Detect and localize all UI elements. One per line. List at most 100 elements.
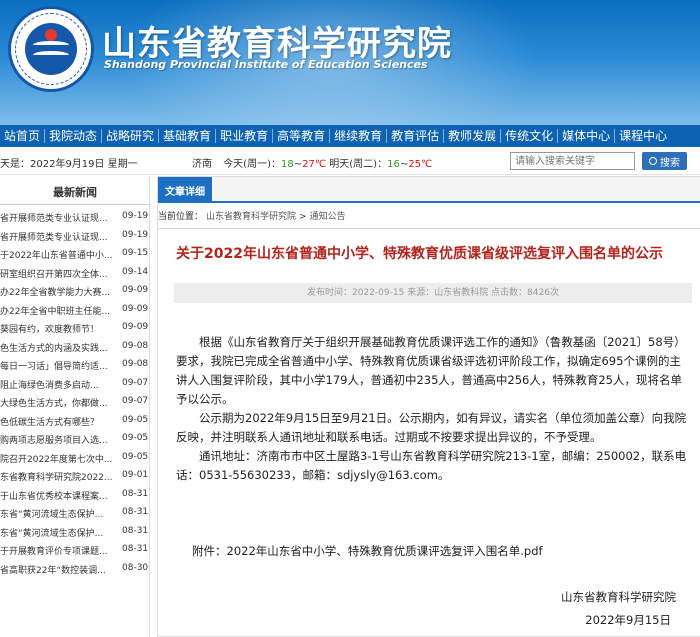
nav-item-continuing[interactable]: 继续教育 xyxy=(330,125,386,147)
nav-item-basic-edu[interactable]: 基础教育 xyxy=(159,125,215,147)
breadcrumb-separator: > xyxy=(299,212,307,222)
nav-item-strategy[interactable]: 战略研究 xyxy=(102,125,158,147)
news-item-date: 08-31 xyxy=(122,525,149,536)
breadcrumb-home-link[interactable]: 山东省教育科学研究院 xyxy=(206,212,296,222)
breadcrumb: 当前位置： 山东省教育科学研究院 > 通知公告 xyxy=(158,209,700,229)
news-list-item[interactable]: 办22年全省教学能力大赛... 09-09 xyxy=(0,282,150,301)
article-body: 根据《山东省教育厅关于组织开展基础教育优质课评选工作的通知》（鲁教基函〔2021… xyxy=(176,333,690,485)
news-item-date: 09-15 xyxy=(122,248,149,258)
article-title: 关于2022年山东省普通中小学、特殊教育优质课省级评选复评入围名单的公示 xyxy=(176,246,663,262)
latest-news-sidebar: 最新新闻 省开展师范类专业认证现... 09-19 省开展师范类专业认证现... 09… xyxy=(0,176,150,637)
news-item-title[interactable]: 阻止海绿色消费多启动... xyxy=(0,378,118,391)
weather-tomorrow-high: 25℃ xyxy=(408,159,433,170)
news-list-item[interactable]: 东省教育科学研究院2022... 09-01 xyxy=(0,467,150,486)
news-item-title[interactable]: 省开展师范类专业认证现... xyxy=(0,230,118,243)
news-list-item[interactable]: 东省“黄河流域生态保护... 08-31 xyxy=(0,523,150,542)
news-item-date: 09-05 xyxy=(122,414,149,425)
news-list-item[interactable]: 院召开2022年度第七次中... 09-05 xyxy=(0,449,150,468)
news-item-title[interactable]: 色生活方式的内涵及实践... xyxy=(0,341,118,354)
nav-item-vocational[interactable]: 职业教育 xyxy=(216,125,272,147)
news-list-item[interactable]: 葵园有约，欢度教师节！ 09-09 xyxy=(0,319,150,338)
news-item-date: 09-09 xyxy=(122,322,149,332)
tab-article-detail[interactable]: 文章详细 xyxy=(158,177,212,203)
news-item-date: 09-19 xyxy=(122,211,149,221)
article-meta: 发布时间：2022-09-15 来源：山东省教科院 点击数：8426次 xyxy=(174,283,692,303)
weather-city: 济南 xyxy=(192,159,212,170)
search-button[interactable]: 搜索 xyxy=(642,152,687,170)
news-list-item[interactable]: 于开展教育评价专项课题... 08-31 xyxy=(0,541,150,560)
news-item-date: 09-14 xyxy=(122,266,149,277)
signature-date: 2022年9月15日 xyxy=(585,613,671,627)
nav-item-evaluation[interactable]: 教育评估 xyxy=(387,125,443,147)
weather-today-low: 18 xyxy=(281,159,294,170)
news-list-item[interactable]: 省开展师范类专业认证现... 09-19 xyxy=(0,208,150,227)
news-item-date: 09-05 xyxy=(122,433,149,443)
news-list-item[interactable]: 省高职获22年“数控装调... 08-30 xyxy=(0,560,150,579)
news-list: 省开展师范类专业认证现... 09-19 省开展师范类专业认证现... 09-19 于2… xyxy=(0,208,150,578)
news-item-title[interactable]: 每日一习话」倡导简约适... xyxy=(0,359,118,372)
news-list-item[interactable]: 省开展师范类专业认证现... 09-19 xyxy=(0,227,150,246)
news-list-item[interactable]: 阻止海绿色消费多启动... 09-07 xyxy=(0,375,150,394)
news-item-date: 08-31 xyxy=(122,488,149,499)
news-list-item[interactable]: 色低碳生活方式有哪些？ 09-05 xyxy=(0,412,150,431)
news-item-title[interactable]: 省开展师范类专业认证现... xyxy=(0,211,118,224)
news-list-item[interactable]: 每日一习话」倡导简约适... 09-08 xyxy=(0,356,150,375)
news-item-date: 09-01 xyxy=(122,470,149,480)
news-item-title[interactable]: 葵园有约，欢度教师节！ xyxy=(0,322,118,335)
news-list-item[interactable]: 于2022年山东省普通中小... 09-15 xyxy=(0,245,150,264)
search-input[interactable] xyxy=(510,152,635,170)
site-subtitle: Shandong Provincial Institute of Educati… xyxy=(104,58,428,71)
news-list-item[interactable]: 东省“黄河流域生态保护... 08-31 xyxy=(0,504,150,523)
sidebar-title: 最新新闻 xyxy=(53,186,97,199)
nav-item-course[interactable]: 课程中心 xyxy=(615,125,671,147)
news-item-title[interactable]: 省高职获22年“数控装调... xyxy=(0,563,118,576)
nav-item-teacher-dev[interactable]: 教师发展 xyxy=(444,125,500,147)
news-item-title[interactable]: 大绿色生活方式，你都做... xyxy=(0,396,118,409)
news-item-title[interactable]: 研室组织召开第四次全体... xyxy=(0,267,118,280)
news-item-date: 08-31 xyxy=(122,544,149,554)
weather-tomorrow-label: 明天(周二)： xyxy=(329,159,388,170)
news-item-date: 09-07 xyxy=(122,396,149,406)
search-icon xyxy=(649,157,657,165)
main-nav: 站首页 我院动态 战略研究 基础教育 职业教育 高等教育 继续教育 教育评估 教… xyxy=(0,125,700,147)
news-list-item[interactable]: 研室组织召开第四次全体... 09-14 xyxy=(0,264,150,283)
news-item-title[interactable]: 东省教育科学研究院2022... xyxy=(0,470,118,483)
news-item-title[interactable]: 院召开2022年度第七次中... xyxy=(0,452,118,465)
info-bar: 天是：2022年9月19日 星期一 济南 今天(周一)：18~27℃ 明天(周二… xyxy=(0,147,700,175)
article-paragraph: 公示期为2022年9月15日至9月21日。公示期内，如有异议，请实名（单位须加盖… xyxy=(176,411,687,444)
institute-seal-logo[interactable] xyxy=(8,6,94,92)
nav-item-higher-edu[interactable]: 高等教育 xyxy=(273,125,329,147)
news-list-item[interactable]: 于山东省优秀校本课程案... 08-31 xyxy=(0,486,150,505)
site-header: 山东省教育科学研究院 Shandong Provincial Institute… xyxy=(0,0,700,125)
news-item-title[interactable]: 色低碳生活方式有哪些？ xyxy=(0,415,118,428)
news-list-item[interactable]: 大绿色生活方式，你都做... 09-07 xyxy=(0,393,150,412)
nav-item-media[interactable]: 媒体中心 xyxy=(558,125,614,147)
news-item-title[interactable]: 于山东省优秀校本课程案... xyxy=(0,489,118,502)
news-item-date: 09-08 xyxy=(122,340,149,351)
news-list-item[interactable]: 购两项志愿服务项目入选... 09-05 xyxy=(0,430,150,449)
news-item-date: 09-07 xyxy=(122,377,149,388)
breadcrumb-prefix: 当前位置： xyxy=(158,212,204,222)
news-item-title[interactable]: 东省“黄河流域生态保护... xyxy=(0,526,118,539)
news-list-item[interactable]: 色生活方式的内涵及实践... 09-08 xyxy=(0,338,150,357)
news-item-title[interactable]: 办22年全省中职班主任能... xyxy=(0,304,118,317)
signature-organization: 山东省教育科学研究院 xyxy=(561,590,676,604)
current-date: 天是：2022年9月19日 星期一 xyxy=(0,159,138,170)
breadcrumb-section-link[interactable]: 通知公告 xyxy=(310,212,346,222)
weather-today-high: 27℃ xyxy=(302,159,327,170)
news-item-date: 09-05 xyxy=(122,451,149,462)
news-item-title[interactable]: 于开展教育评价专项课题... xyxy=(0,544,118,557)
news-item-title[interactable]: 于2022年山东省普通中小... xyxy=(0,248,118,261)
news-item-title[interactable]: 办22年全省教学能力大赛... xyxy=(0,285,118,298)
article-panel: 文章详细 当前位置： 山东省教育科学研究院 > 通知公告 关于2022年山东省普通中小… xyxy=(157,176,700,637)
news-list-item[interactable]: 办22年全省中职班主任能... 09-09 xyxy=(0,301,150,320)
nav-item-home[interactable]: 站首页 xyxy=(0,125,44,147)
nav-item-news[interactable]: 我院动态 xyxy=(45,125,101,147)
article-tab-bar: 文章详细 xyxy=(158,177,700,203)
news-item-title[interactable]: 购两项志愿服务项目入选... xyxy=(0,433,118,446)
news-item-date: 09-19 xyxy=(122,229,149,240)
nav-item-culture[interactable]: 传统文化 xyxy=(501,125,557,147)
news-item-date: 08-30 xyxy=(122,562,149,573)
attachment-link[interactable]: 附件：2022年山东省中小学、特殊教育优质课评选复评入围名单.pdf xyxy=(192,543,543,559)
news-item-title[interactable]: 东省“黄河流域生态保护... xyxy=(0,507,118,520)
